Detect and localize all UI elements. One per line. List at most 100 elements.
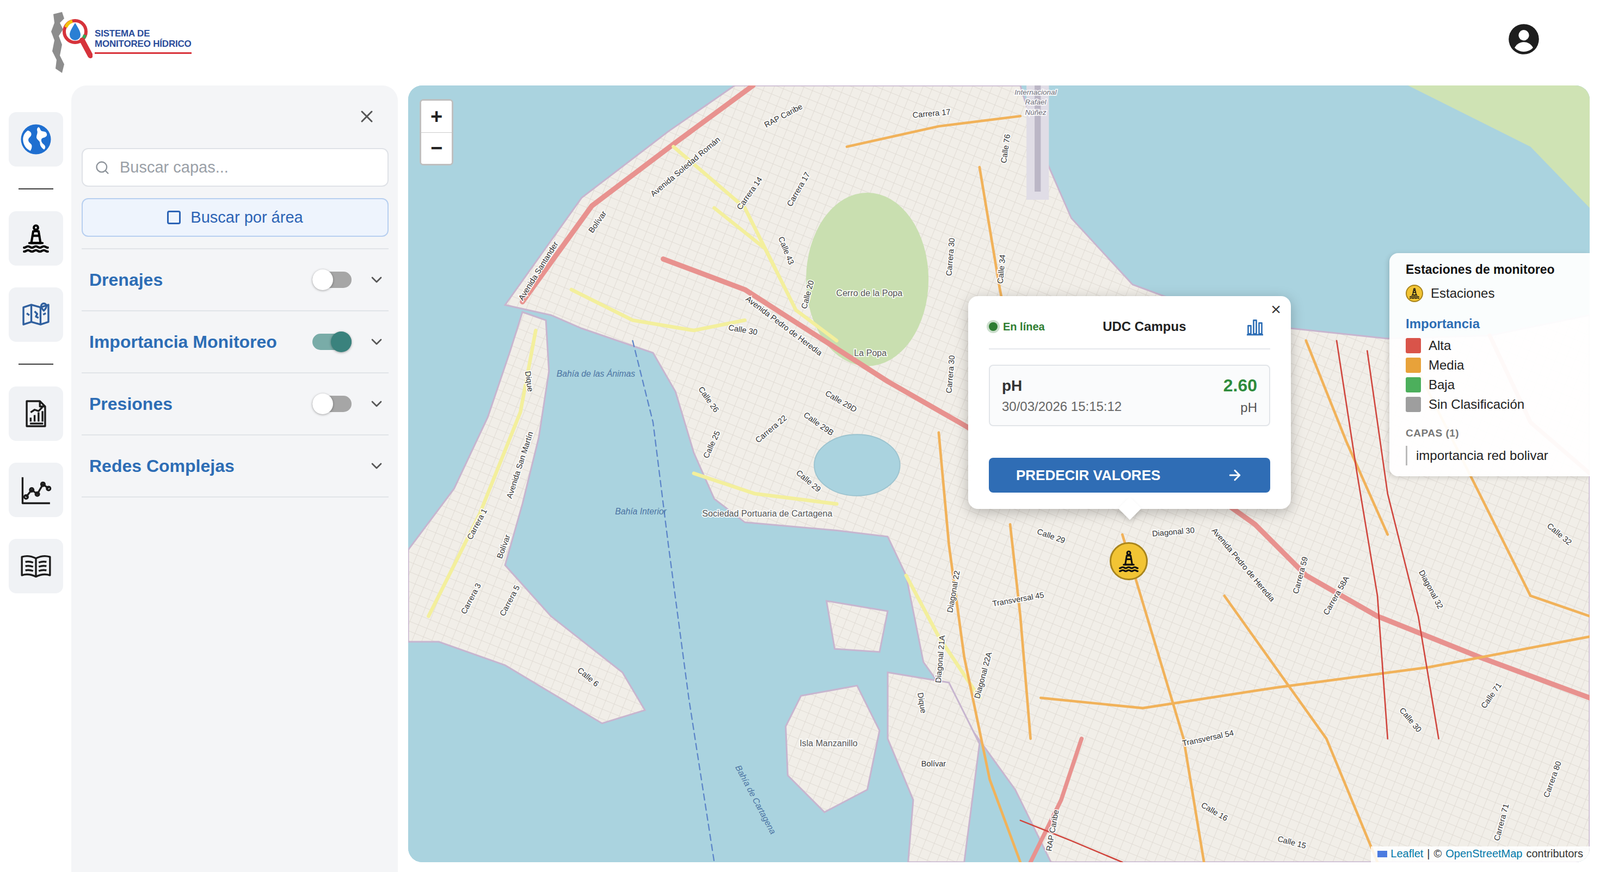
map-label: Núñez — [1025, 108, 1047, 117]
area-search-button[interactable]: Buscar por área — [81, 198, 389, 237]
expand-button[interactable] — [367, 395, 386, 413]
station-marker[interactable] — [1109, 542, 1148, 581]
map-label: Bolívar — [586, 208, 608, 235]
legend-row: Media — [1405, 355, 1583, 375]
map-label: Avenida Pedro de Heredia — [743, 294, 824, 358]
map[interactable]: InternacionalRafaelNúñezCarrera 17RAP Ca… — [408, 85, 1590, 863]
map-label: Carrera 22 — [753, 413, 789, 445]
map-label: Carrera 17 — [912, 107, 951, 120]
popup-close-button[interactable]: × — [1268, 299, 1284, 319]
value: 2.60 — [1223, 375, 1258, 396]
map-label: Diagonal 22A — [972, 650, 994, 700]
legend-swatch — [1405, 357, 1421, 373]
predict-button[interactable]: PREDECIR VALORES — [988, 457, 1271, 493]
logo-line: MONITOREO HÍDRICO — [94, 38, 192, 49]
osm-link[interactable]: OpenStreetMap — [1445, 847, 1523, 860]
layer-name[interactable]: Presiones — [89, 394, 313, 415]
legend-row: Sin Clasificación — [1405, 394, 1583, 415]
sidebar-item[interactable] — [8, 211, 64, 266]
layer-name[interactable]: Drenajes — [89, 269, 313, 291]
legend: Estaciones de monitoreoEstacionesImporta… — [1389, 253, 1590, 477]
user-icon — [1508, 23, 1540, 55]
reading-time: 30/03/2026 15:15:12 — [1001, 398, 1122, 415]
logo-underline — [94, 52, 192, 54]
chevron-down-icon — [367, 457, 386, 475]
map-label: Cerro de la Popa — [836, 287, 903, 298]
land-area — [505, 85, 1590, 863]
layer-row[interactable]: Presiones — [81, 373, 389, 436]
road — [1122, 534, 1204, 863]
road — [1040, 636, 1590, 709]
mangrove-area — [1407, 85, 1590, 208]
map-label: Carrera 58A — [1321, 574, 1351, 617]
sidebar-rail — [0, 85, 72, 872]
chevron-down-icon — [367, 333, 386, 351]
toggle-knob — [330, 331, 352, 353]
body: Buscar por área Drenajes Importancia Monit… — [0, 85, 1600, 872]
map-label: Calle 43 — [776, 235, 796, 266]
expand-button[interactable] — [367, 333, 386, 351]
bar-chart-icon[interactable] — [1244, 315, 1266, 338]
expand-button[interactable] — [367, 457, 386, 475]
map-label: Dique — [523, 370, 535, 393]
layer-name[interactable]: Importancia Monitoreo — [89, 331, 313, 353]
zoom-in-button[interactable]: + — [421, 100, 452, 133]
logo[interactable]: SISTEMA DEMONITOREO HÍDRICO — [48, 11, 192, 73]
road — [632, 340, 715, 863]
road — [846, 115, 1021, 147]
report-icon — [20, 397, 52, 430]
map-label: Carrera 3 — [459, 581, 483, 616]
attribution: Leaflet|©OpenStreetMapcontributors — [1370, 846, 1590, 863]
legend-label: Estaciones — [1430, 285, 1495, 301]
layers-title: CAPAS (1) — [1405, 427, 1583, 440]
layer-name[interactable]: Redes Complejas — [89, 456, 368, 477]
status-label: En línea — [1002, 320, 1045, 334]
logo-text: SISTEMA DEMONITOREO HÍDRICO — [94, 28, 192, 54]
search-input[interactable] — [118, 157, 376, 177]
layer-toggle[interactable] — [312, 333, 352, 350]
chevron-down-icon — [367, 395, 386, 413]
layer-row[interactable]: Importancia Monitoreo — [81, 311, 389, 374]
attribution-copyright: © — [1434, 847, 1443, 860]
layer-toggle[interactable] — [312, 271, 352, 288]
island — [785, 685, 880, 813]
sidebar-item[interactable] — [8, 462, 64, 518]
map-label: Calle 30 — [727, 322, 759, 337]
map-label: Calle 25 — [701, 429, 722, 460]
map-label: RAP Caribe — [762, 101, 804, 129]
area-checkbox[interactable] — [167, 210, 181, 225]
station-legend-icon — [1405, 284, 1424, 303]
legend-swatch — [1405, 377, 1421, 393]
map-label: Calle 16 — [1199, 800, 1229, 823]
legend-layer: importancia red bolivar — [1405, 445, 1583, 466]
map-label: Bahía Interior — [614, 506, 667, 516]
layer-toggle[interactable] — [312, 395, 352, 412]
close-button[interactable] — [354, 104, 379, 129]
sidebar-item[interactable] — [8, 538, 64, 594]
road — [1336, 340, 1388, 739]
attribution-text: contributors — [1526, 847, 1584, 860]
land-area — [408, 311, 645, 724]
map-label: Diagonal 30 — [1151, 525, 1195, 539]
map-label: Carrera 1 — [465, 507, 489, 541]
sidebar-item[interactable] — [8, 112, 64, 167]
expand-button[interactable] — [367, 271, 386, 289]
sidebar-item[interactable] — [8, 386, 64, 441]
zoom-out-button[interactable]: − — [421, 132, 452, 164]
reading-card: pH30/03/2026 15:15:122.60pH — [988, 364, 1271, 427]
layer-row[interactable]: Redes Complejas — [81, 435, 389, 498]
layer-row[interactable]: Drenajes — [81, 249, 389, 312]
user-button[interactable] — [1508, 23, 1540, 55]
road — [1030, 738, 1082, 863]
book-icon — [19, 549, 53, 583]
map-label: Carrera 14 — [735, 175, 765, 212]
map-label: Bahía de Cartagena — [733, 763, 778, 836]
map-label: Diagonal 32 — [1417, 568, 1445, 611]
leaflet-link[interactable]: Leaflet — [1377, 847, 1424, 860]
station-popup: ×En líneaUDC CampuspH30/03/2026 15:15:12… — [968, 296, 1291, 509]
map-label: Carrera 59 — [1291, 555, 1310, 595]
sidebar-item[interactable] — [8, 287, 64, 342]
search-icon — [94, 160, 110, 176]
search-field[interactable] — [81, 148, 389, 187]
map-label: RAP Caribe — [1044, 808, 1061, 852]
